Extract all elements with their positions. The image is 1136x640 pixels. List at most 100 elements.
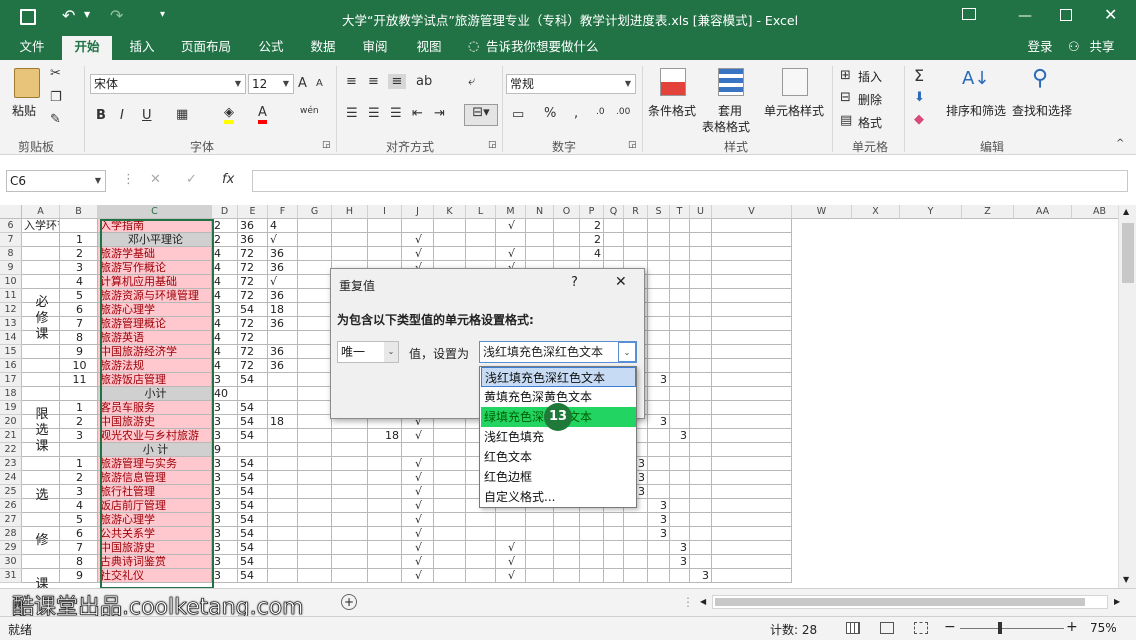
grid-cell[interactable] <box>648 401 670 415</box>
cell-c[interactable]: 中国旅游史 <box>98 415 212 429</box>
cell-c[interactable]: 旅游写作概论 <box>98 261 212 275</box>
grid-cell[interactable] <box>648 359 670 373</box>
grid-cell[interactable] <box>298 247 332 261</box>
grid-cell[interactable] <box>434 471 466 485</box>
cell-d[interactable]: 3 <box>212 429 238 443</box>
align-right-icon[interactable]: ☰ <box>390 106 402 121</box>
grid-cell[interactable] <box>670 471 690 485</box>
grid-cell[interactable] <box>712 359 792 373</box>
cell-e[interactable]: 36 <box>238 219 268 233</box>
cell-c[interactable]: 古典诗词鉴赏 <box>98 555 212 569</box>
row-header[interactable]: 7 <box>0 233 22 247</box>
cell-f[interactable]: 18 <box>268 303 298 317</box>
grid-cell[interactable] <box>648 345 670 359</box>
grid-cell[interactable] <box>712 373 792 387</box>
zoom-slider[interactable] <box>960 628 1064 629</box>
cell-c[interactable]: 旅游资源与环境管理 <box>98 289 212 303</box>
cell-f[interactable]: 36 <box>268 359 298 373</box>
comma-style-icon[interactable]: , <box>574 106 578 121</box>
grid-cell[interactable] <box>60 443 98 457</box>
grid-cell[interactable] <box>690 499 712 513</box>
row-header[interactable]: 22 <box>0 443 22 457</box>
grid-cell[interactable] <box>60 219 98 233</box>
grid-cell[interactable] <box>298 457 332 471</box>
cell-d[interactable]: 2 <box>212 219 238 233</box>
cell-t30[interactable]: 3 <box>670 555 690 569</box>
cell-b[interactable]: 9 <box>60 345 98 359</box>
cell-d[interactable]: 4 <box>212 345 238 359</box>
grid-cell[interactable] <box>712 499 792 513</box>
cell-j[interactable]: √ <box>402 541 434 555</box>
italic-button[interactable]: I <box>120 108 124 123</box>
column-header-n[interactable]: N <box>526 205 554 219</box>
grid-cell[interactable] <box>712 345 792 359</box>
delete-cells-button[interactable]: 删除 <box>858 91 882 108</box>
grid-cell[interactable] <box>466 247 496 261</box>
maximize-icon[interactable] <box>1060 9 1072 21</box>
grid-cell[interactable] <box>690 359 712 373</box>
cell-e[interactable]: 54 <box>238 401 268 415</box>
row-header[interactable]: 9 <box>0 261 22 275</box>
bold-button[interactable]: B <box>96 108 106 123</box>
grid-cell[interactable] <box>298 373 332 387</box>
cell-c[interactable]: 中国旅游史 <box>98 541 212 555</box>
autosum-icon[interactable]: Σ <box>914 66 924 85</box>
grid-cell[interactable] <box>298 303 332 317</box>
grid-cell[interactable] <box>238 443 268 457</box>
grid-cell[interactable] <box>298 429 332 443</box>
scroll-right-icon[interactable]: ▶ <box>1114 597 1120 606</box>
format-cells-icon[interactable]: ▤ <box>840 113 852 128</box>
tab-insert[interactable]: 插入 <box>118 36 166 60</box>
cell-b[interactable]: 6 <box>60 527 98 541</box>
cell-j[interactable]: √ <box>402 247 434 261</box>
grid-cell[interactable] <box>648 303 670 317</box>
cell-j[interactable]: √ <box>402 471 434 485</box>
cell-d[interactable]: 4 <box>212 289 238 303</box>
grid-cell[interactable] <box>690 219 712 233</box>
row-header[interactable]: 13 <box>0 317 22 331</box>
cell-s26[interactable]: 3 <box>648 499 670 513</box>
grid-cell[interactable] <box>402 443 434 457</box>
cell-f[interactable]: 18 <box>268 415 298 429</box>
cell-d[interactable]: 3 <box>212 303 238 317</box>
grid-cell[interactable] <box>554 527 580 541</box>
merge-center-icon[interactable]: ⊟▾ <box>464 104 498 126</box>
grid-cell[interactable] <box>332 499 368 513</box>
grid-cell[interactable] <box>690 401 712 415</box>
grid-cell[interactable] <box>496 513 526 527</box>
cell-e[interactable]: 54 <box>238 303 268 317</box>
grid-cell[interactable] <box>604 569 624 583</box>
tab-home[interactable]: 开始 <box>62 36 112 60</box>
grid-cell[interactable] <box>554 247 580 261</box>
row-header[interactable]: 17 <box>0 373 22 387</box>
grid-cell[interactable] <box>648 317 670 331</box>
phonetic-button[interactable]: wén <box>300 106 319 116</box>
cell-m[interactable]: √ <box>496 541 526 555</box>
grid-cell[interactable] <box>554 541 580 555</box>
redo-icon[interactable]: ↷ <box>110 6 123 25</box>
cell-s28[interactable]: 3 <box>648 527 670 541</box>
grid-cell[interactable] <box>670 415 690 429</box>
normal-view-icon[interactable] <box>846 622 860 634</box>
cell-b[interactable]: 2 <box>60 471 98 485</box>
vertical-scroll-thumb[interactable] <box>1122 223 1134 283</box>
paste-label[interactable]: 粘贴 <box>12 102 36 119</box>
grid-cell[interactable] <box>690 303 712 317</box>
find-select-icon[interactable]: ⚲ <box>1032 66 1048 91</box>
grid-cell[interactable] <box>690 541 712 555</box>
cell-e[interactable]: 54 <box>238 485 268 499</box>
font-dialog-launcher-icon[interactable]: ◲ <box>322 140 331 150</box>
grid-cell[interactable] <box>648 457 670 471</box>
scroll-left-icon[interactable]: ◀ <box>700 597 706 606</box>
grid-cell[interactable] <box>298 233 332 247</box>
cell-e[interactable]: 72 <box>238 359 268 373</box>
grid-cell[interactable] <box>332 541 368 555</box>
minimize-icon[interactable]: — <box>1018 8 1032 24</box>
cell-c[interactable]: 小 计 <box>98 443 212 457</box>
cell-d[interactable]: 3 <box>212 415 238 429</box>
cell-j[interactable]: √ <box>402 527 434 541</box>
row-header[interactable]: 12 <box>0 303 22 317</box>
grid-cell[interactable] <box>298 359 332 373</box>
grid-cell[interactable] <box>466 513 496 527</box>
scroll-down-icon[interactable]: ▼ <box>1123 575 1129 584</box>
